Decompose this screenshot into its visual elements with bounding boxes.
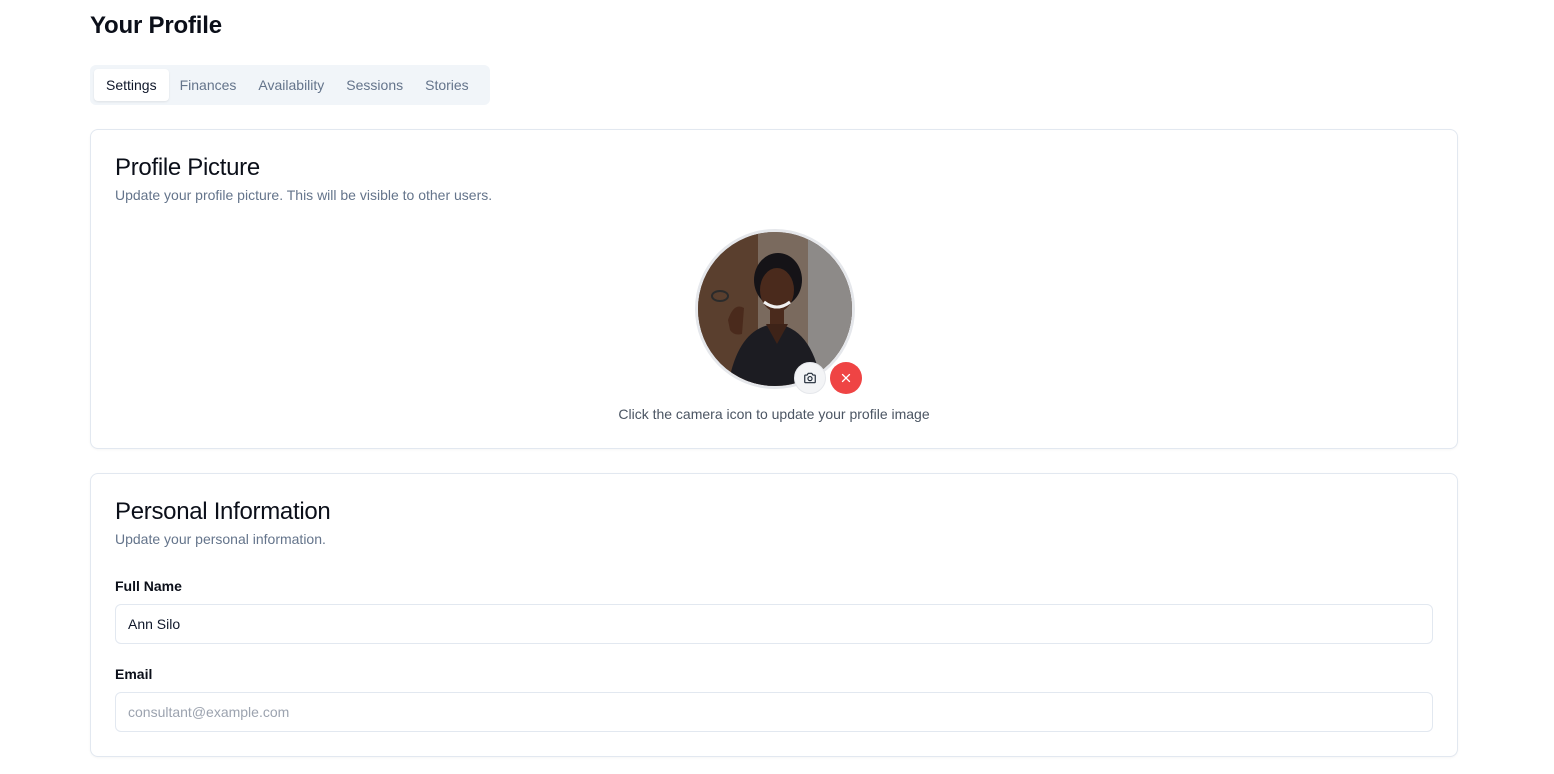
avatar-container (695, 229, 862, 394)
camera-button[interactable] (794, 362, 826, 394)
camera-icon (804, 372, 816, 384)
email-input[interactable] (115, 692, 1433, 732)
personal-information-card: Personal Information Update your persona… (90, 473, 1458, 757)
close-icon (841, 373, 851, 383)
tab-sessions[interactable]: Sessions (335, 69, 414, 101)
profile-tabs: Settings Finances Availability Sessions … (90, 65, 490, 105)
full-name-input[interactable] (115, 604, 1433, 644)
tab-availability[interactable]: Availability (247, 69, 335, 101)
avatar-hint: Click the camera icon to update your pro… (618, 406, 930, 422)
personal-information-title: Personal Information (115, 498, 331, 525)
email-label: Email (115, 666, 153, 682)
tab-stories[interactable]: Stories (414, 69, 480, 101)
remove-picture-button[interactable] (830, 362, 862, 394)
page-title: Your Profile (90, 12, 222, 39)
tab-finances[interactable]: Finances (169, 69, 248, 101)
personal-information-description: Update your personal information. (115, 531, 326, 547)
avatar (695, 229, 855, 389)
tab-settings[interactable]: Settings (94, 69, 169, 101)
profile-picture-card: Profile Picture Update your profile pict… (90, 129, 1458, 449)
profile-picture-description: Update your profile picture. This will b… (115, 187, 493, 203)
profile-picture-title: Profile Picture (115, 154, 260, 181)
full-name-label: Full Name (115, 578, 182, 594)
avatar-image (698, 232, 852, 386)
